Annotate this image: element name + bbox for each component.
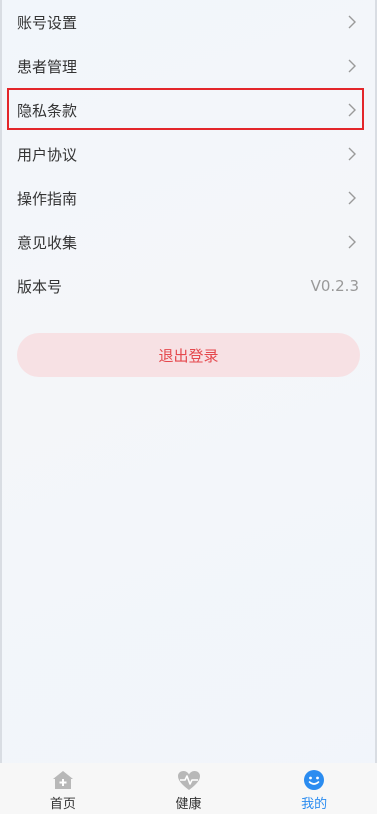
chevron-right-icon [345,103,359,117]
chevron-right-icon [345,235,359,249]
menu-item-operation-guide[interactable]: 操作指南 [0,176,377,220]
smiley-icon [302,768,326,792]
menu-item-patient-management[interactable]: 患者管理 [0,44,377,88]
chevron-right-icon [345,191,359,205]
menu-item-label: 患者管理 [17,57,78,76]
menu-item-label: 用户协议 [17,145,78,164]
tab-label: 首页 [49,797,76,812]
settings-menu: 账号设置 患者管理 隐私条款 用户协议 操作指南 意见收集 版本号 V0.2.3 [0,0,377,308]
tab-label: 我的 [301,797,328,812]
menu-item-label: 意见收集 [17,233,78,252]
version-value: V0.2.3 [310,277,359,295]
logout-button[interactable]: 退出登录 [17,333,360,377]
tab-health[interactable]: 健康 [126,763,252,814]
menu-item-label: 隐私条款 [17,101,78,120]
home-icon [51,768,75,792]
tab-mine[interactable]: 我的 [251,763,377,814]
menu-item-label: 账号设置 [17,13,78,32]
heart-pulse-icon [177,768,201,792]
menu-item-account-settings[interactable]: 账号设置 [0,0,377,44]
version-label: 版本号 [17,277,63,296]
chevron-right-icon [345,15,359,29]
menu-item-feedback[interactable]: 意见收集 [0,220,377,264]
chevron-right-icon [345,147,359,161]
chevron-right-icon [345,59,359,73]
menu-item-user-agreement[interactable]: 用户协议 [0,132,377,176]
menu-item-privacy-terms[interactable]: 隐私条款 [0,88,377,132]
menu-item-version: 版本号 V0.2.3 [0,264,377,308]
tab-home[interactable]: 首页 [0,763,126,814]
bottom-tab-bar: 首页 健康 我的 [0,763,377,814]
menu-item-label: 操作指南 [17,189,78,208]
tab-label: 健康 [175,797,202,812]
